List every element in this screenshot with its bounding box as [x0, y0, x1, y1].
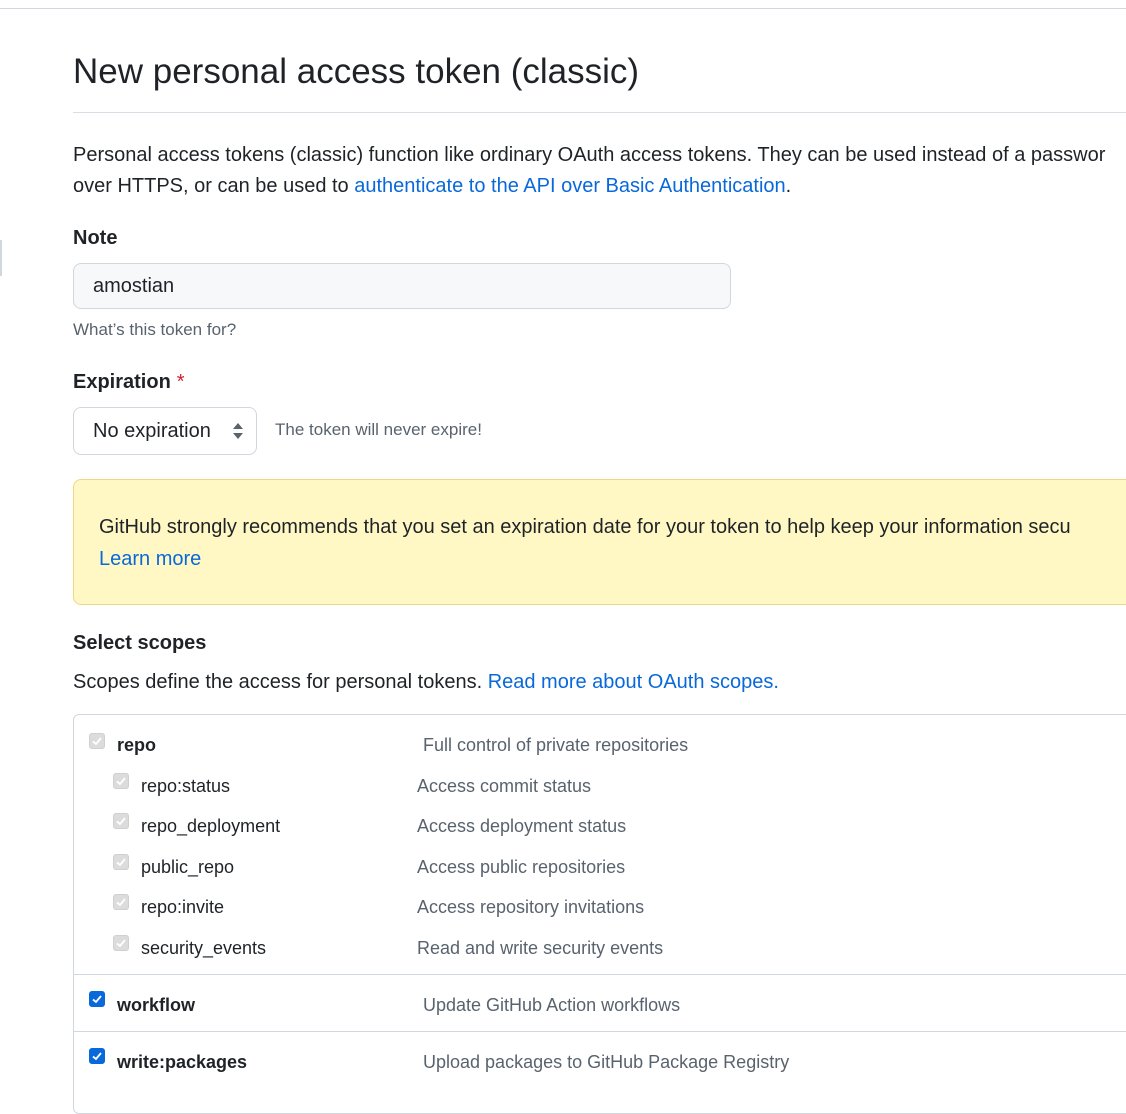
- checkmark-icon: [116, 939, 126, 948]
- scope-desc-repo-deployment: Access deployment status: [417, 816, 627, 836]
- select-scopes-heading: Select scopes: [73, 632, 207, 654]
- basic-auth-link[interactable]: authenticate to the API over Basic Authe…: [354, 175, 785, 197]
- scope-group-divider: [74, 974, 1126, 975]
- checkbox-write-packages[interactable]: [89, 1048, 105, 1064]
- checkbox-repo-deployment[interactable]: [113, 813, 129, 829]
- intro-period: .: [785, 175, 792, 197]
- left-edge-marker: [0, 240, 2, 276]
- required-asterisk: *: [176, 371, 185, 393]
- scopes-table: repo Full control of private repositorie…: [73, 714, 1126, 1114]
- scopes-description: Scopes define the access for personal to…: [73, 671, 779, 694]
- checkbox-security-events[interactable]: [113, 935, 129, 951]
- checkmark-icon: [116, 898, 126, 907]
- checkmark-icon: [116, 777, 126, 786]
- expiration-label-text: Expiration: [73, 371, 171, 393]
- note-label: Note: [73, 227, 118, 249]
- scope-desc-write-packages: Upload packages to GitHub Package Regist…: [423, 1052, 790, 1072]
- expiration-hint: The token will never expire!: [275, 420, 482, 439]
- note-hint: What’s this token for?: [73, 320, 237, 339]
- checkbox-repo-invite[interactable]: [113, 894, 129, 910]
- scope-desc-security-events: Read and write security events: [417, 938, 664, 958]
- learn-more-link[interactable]: Learn more: [99, 548, 201, 570]
- scope-name-repo-deployment: repo_deployment: [141, 816, 281, 836]
- expiration-warning-banner: GitHub strongly recommends that you set …: [73, 479, 1126, 605]
- title-divider: [73, 112, 1126, 113]
- select-updown-icon: [233, 423, 243, 439]
- intro-text: Personal access tokens (classic) functio…: [73, 140, 1126, 202]
- checkbox-workflow[interactable]: [89, 991, 105, 1007]
- checkmark-icon: [92, 995, 102, 1004]
- intro-line2: over HTTPS, or can be used to: [73, 175, 355, 197]
- scope-name-workflow: workflow: [117, 995, 196, 1015]
- scopes-description-text: Scopes define the access for personal to…: [73, 671, 488, 693]
- checkmark-icon: [116, 817, 126, 826]
- checkbox-repo[interactable]: [89, 733, 105, 749]
- expiration-selected-value: No expiration: [93, 419, 211, 442]
- checkmark-icon: [116, 858, 126, 867]
- intro-line1: Personal access tokens (classic) functio…: [73, 144, 1106, 166]
- scope-group-divider: [74, 1031, 1126, 1032]
- oauth-scopes-link[interactable]: Read more about OAuth scopes.: [488, 671, 779, 693]
- top-divider: [0, 8, 1126, 9]
- checkbox-public-repo[interactable]: [113, 854, 129, 870]
- expiration-select[interactable]: No expiration: [73, 407, 257, 455]
- scope-name-repo-invite: repo:invite: [141, 897, 225, 917]
- page-title: New personal access token (classic): [73, 52, 640, 91]
- scope-name-public-repo: public_repo: [141, 857, 235, 877]
- scope-desc-repo-status: Access commit status: [417, 776, 592, 796]
- scope-name-write-packages: write:packages: [117, 1052, 248, 1072]
- checkmark-icon: [92, 1052, 102, 1061]
- scope-desc-workflow: Update GitHub Action workflows: [423, 995, 681, 1015]
- warning-text-block: GitHub strongly recommends that you set …: [99, 511, 1126, 575]
- expiration-label: Expiration *: [73, 371, 185, 394]
- warning-text: GitHub strongly recommends that you set …: [99, 516, 1071, 538]
- scope-desc-repo-invite: Access repository invitations: [417, 897, 645, 917]
- checkmark-icon: [92, 737, 102, 746]
- scope-name-repo: repo: [117, 735, 157, 755]
- scope-desc-repo: Full control of private repositories: [423, 735, 689, 755]
- scope-desc-public-repo: Access public repositories: [417, 857, 626, 877]
- note-input[interactable]: [73, 263, 731, 309]
- scope-name-repo-status: repo:status: [141, 776, 231, 796]
- checkbox-repo-status[interactable]: [113, 773, 129, 789]
- scope-name-security-events: security_events: [141, 938, 267, 958]
